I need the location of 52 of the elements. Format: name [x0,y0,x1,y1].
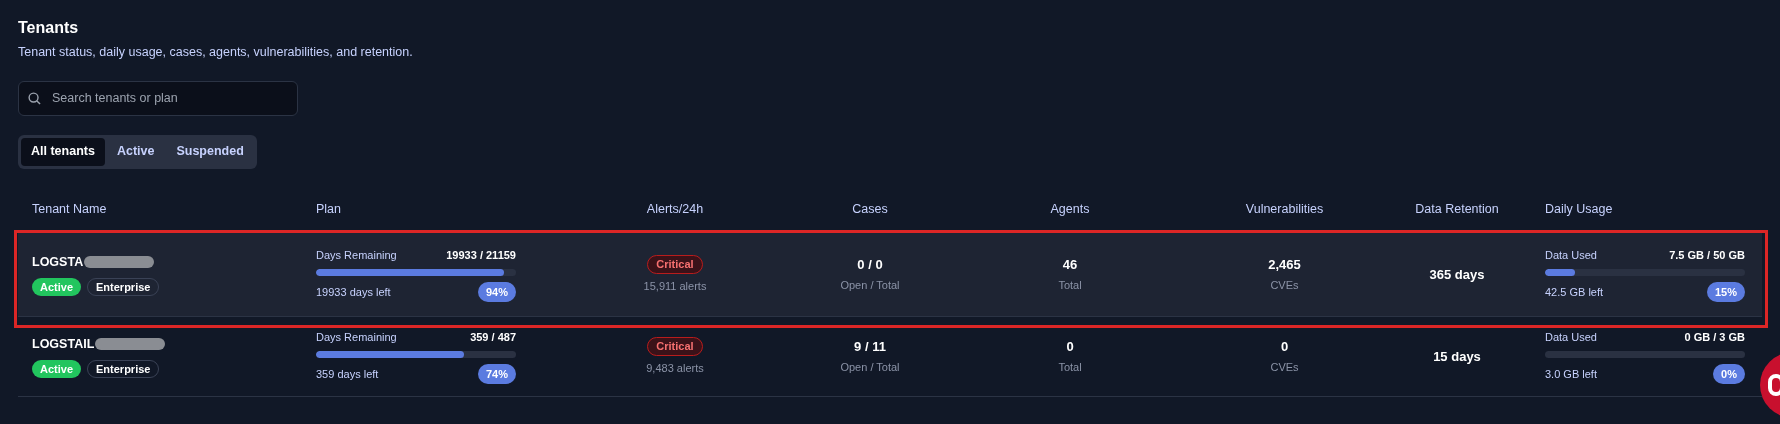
stat-value: 9 / 11 [854,338,886,357]
column-header: Agents [1050,201,1090,219]
retention-value: 15 days [1433,347,1481,366]
filter-tab[interactable]: Active [106,137,165,166]
column-header: Daily Usage [1545,201,1613,219]
meter-label: Data Used [1545,247,1597,263]
remaining-text: 19933 days left [316,284,391,300]
tenant-name: LOGSTA [32,253,84,271]
page-title: Tenants [18,18,80,38]
search-field[interactable]: Search tenants or plan [18,80,298,116]
stat-value: 46 [1062,256,1078,275]
stat-caption: Open / Total [840,277,900,293]
alert-count: 15,911 alerts [643,278,707,294]
tenant-name: LOGSTAIL [32,335,95,353]
remaining-text: 42.5 GB left [1545,284,1604,300]
stat-value: 2,465 [1268,256,1301,275]
meter-value: 359 / 487 [470,329,516,345]
stat-caption: Total [1058,277,1082,293]
column-header: Alerts/24h [646,201,704,219]
stat-value: 0 / 0 [857,256,883,275]
stat-caption: CVEs [1270,277,1299,293]
column-header: Cases [852,201,888,219]
alert-count: 9,483 alerts [646,360,704,376]
filter-tab[interactable]: All tenants [21,137,105,166]
retention-value: 365 days [1429,265,1485,284]
status-badge: Active [32,359,82,378]
severity-badge: Critical [647,254,703,274]
stat-caption: Total [1058,359,1082,375]
meter-value: 0 GB / 3 GB [1684,329,1745,345]
remaining-text: 3.0 GB left [1545,366,1597,382]
meter-label: Days Remaining [316,329,397,345]
percent-badge: 15% [1706,282,1745,302]
stat-value: 0 [1066,338,1074,357]
percent-badge: 74% [477,364,516,384]
column-header: Vulnerabilities [1245,201,1324,219]
stat-caption: CVEs [1270,359,1299,375]
percent-badge: 94% [477,282,516,302]
column-header: Plan [316,201,342,219]
filter-tab[interactable]: Suspended [166,137,254,166]
stat-caption: Open / Total [840,359,900,375]
severity-badge: Critical [647,336,703,356]
column-header: Tenant Name [32,201,107,219]
column-header: Data Retention [1415,201,1499,219]
meter-value: 7.5 GB / 50 GB [1669,247,1745,263]
meter-label: Data Used [1545,329,1597,345]
meter-value: 19933 / 21159 [446,247,516,263]
page-subtitle: Tenant status, daily usage, cases, agents, vulnerabilities, and retention. [18,44,414,61]
percent-badge: 0% [1713,364,1745,384]
status-badge: Active [32,277,82,296]
meter-label: Days Remaining [316,247,397,263]
stat-value: 0 [1280,338,1289,357]
remaining-text: 359 days left [316,366,379,382]
